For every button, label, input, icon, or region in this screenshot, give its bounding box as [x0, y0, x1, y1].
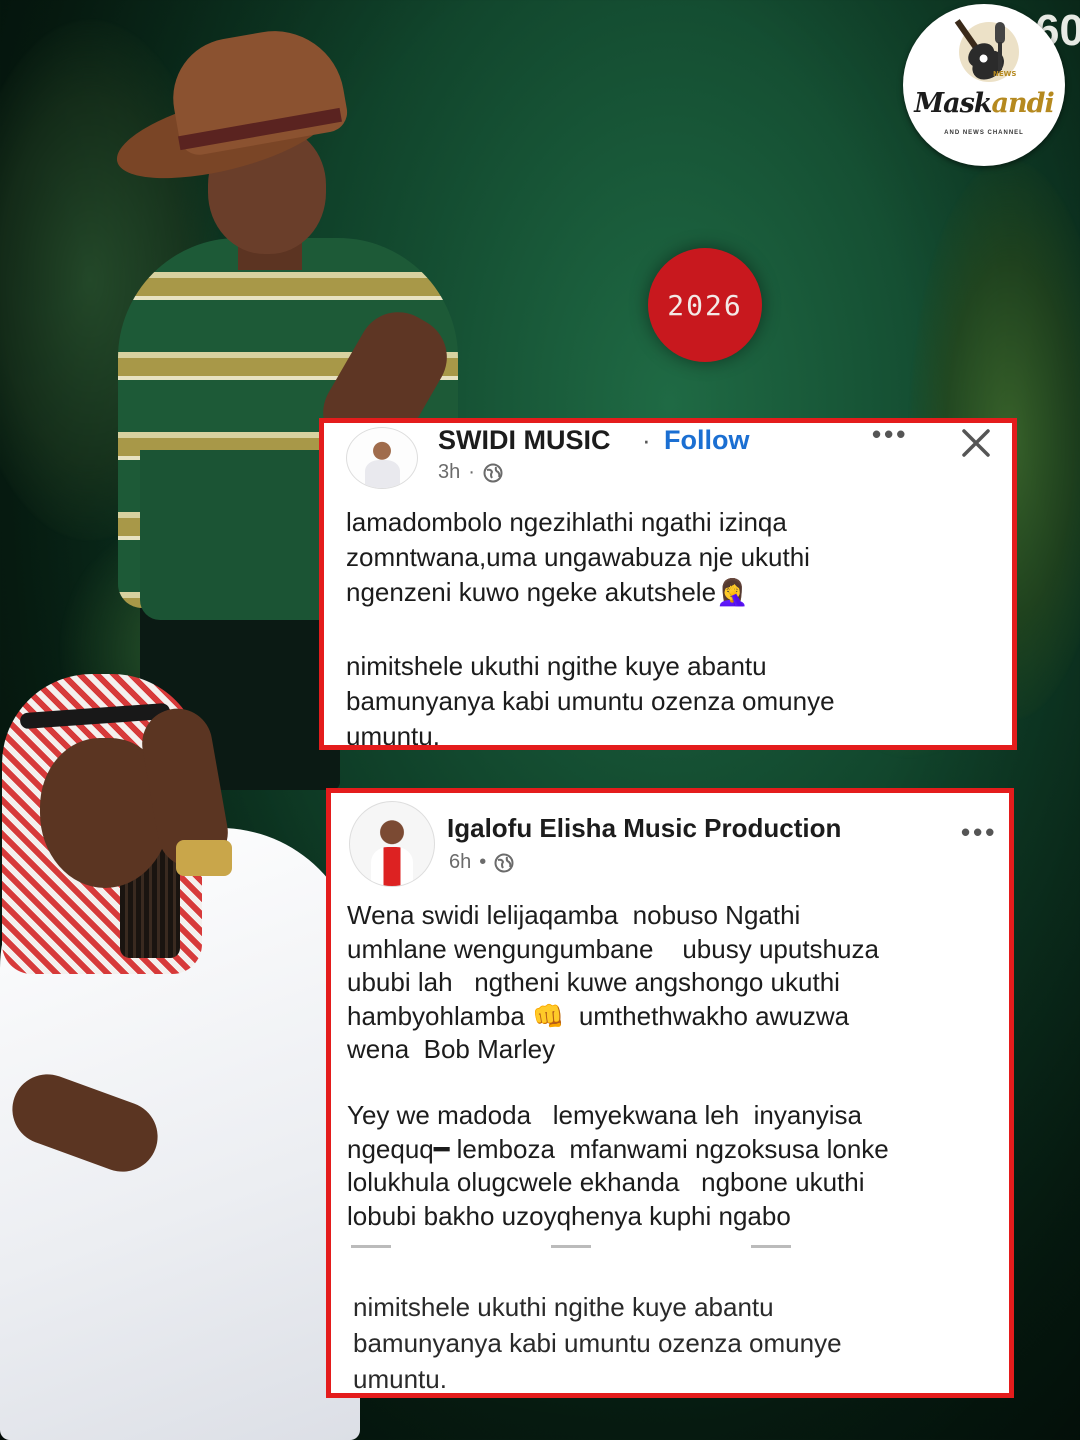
logo-brand-main: Mask	[914, 88, 992, 119]
maskandi-logo: NEWS Maskandi AND NEWS CHANNEL	[903, 4, 1065, 166]
post-author[interactable]: Igalofu Elisha Music Production	[447, 813, 841, 844]
follow-button[interactable]: Follow	[664, 425, 749, 456]
post-author[interactable]: SWIDI MUSIC	[438, 425, 611, 456]
close-icon[interactable]	[958, 425, 994, 461]
logo-brand-accent: andi	[991, 88, 1055, 119]
post-time[interactable]: 3h	[438, 461, 460, 484]
post-meta: 3h ·	[438, 461, 503, 484]
facebook-post-swidi: SWIDI MUSIC · Follow 3h · ••• lamadombol…	[319, 418, 1017, 750]
logo-brand: Maskandi	[903, 88, 1065, 119]
image-artifact-line	[351, 1245, 831, 1248]
globe-icon	[494, 853, 514, 872]
author-avatar[interactable]	[346, 427, 418, 489]
post-text-paragraph-1: lamadombolo ngezihlathi ngathi izinqa zo…	[346, 507, 810, 607]
author-avatar[interactable]	[349, 801, 435, 887]
logo-subtitle: AND NEWS CHANNEL	[944, 130, 1024, 136]
post-text-paragraph-3: nimitshele ukuthi ngithe kuye abantu bam…	[353, 1292, 842, 1394]
more-options-icon[interactable]: •••	[872, 423, 908, 450]
meta-dot: •	[479, 851, 487, 873]
guitar-microphone-icon: NEWS	[954, 19, 1019, 82]
follow-separator: ·	[642, 425, 651, 455]
meta-dot: ·	[468, 461, 475, 483]
post-meta: 6h •	[449, 851, 514, 874]
post-text-paragraph-2: Yey we madoda lemyekwana leh inyanyisa n…	[347, 1100, 889, 1231]
year-badge: 2026	[648, 248, 762, 362]
gold-watch	[176, 840, 232, 876]
post-text-paragraph-1: Wena swidi lelijaqamba nobuso Ngathi umh…	[347, 900, 879, 1064]
man-in-keffiyeh-photo	[0, 668, 370, 1440]
post-time[interactable]: 6h	[449, 851, 471, 874]
more-options-icon[interactable]: •••	[961, 817, 997, 848]
post-text-paragraph-2: nimitshele ukuthi ngithe kuye abantu bam…	[346, 651, 835, 750]
globe-icon	[483, 463, 503, 482]
mic-label: NEWS	[993, 70, 1016, 78]
facebook-post-igalofu: Igalofu Elisha Music Production 6h • •••…	[326, 788, 1014, 1398]
